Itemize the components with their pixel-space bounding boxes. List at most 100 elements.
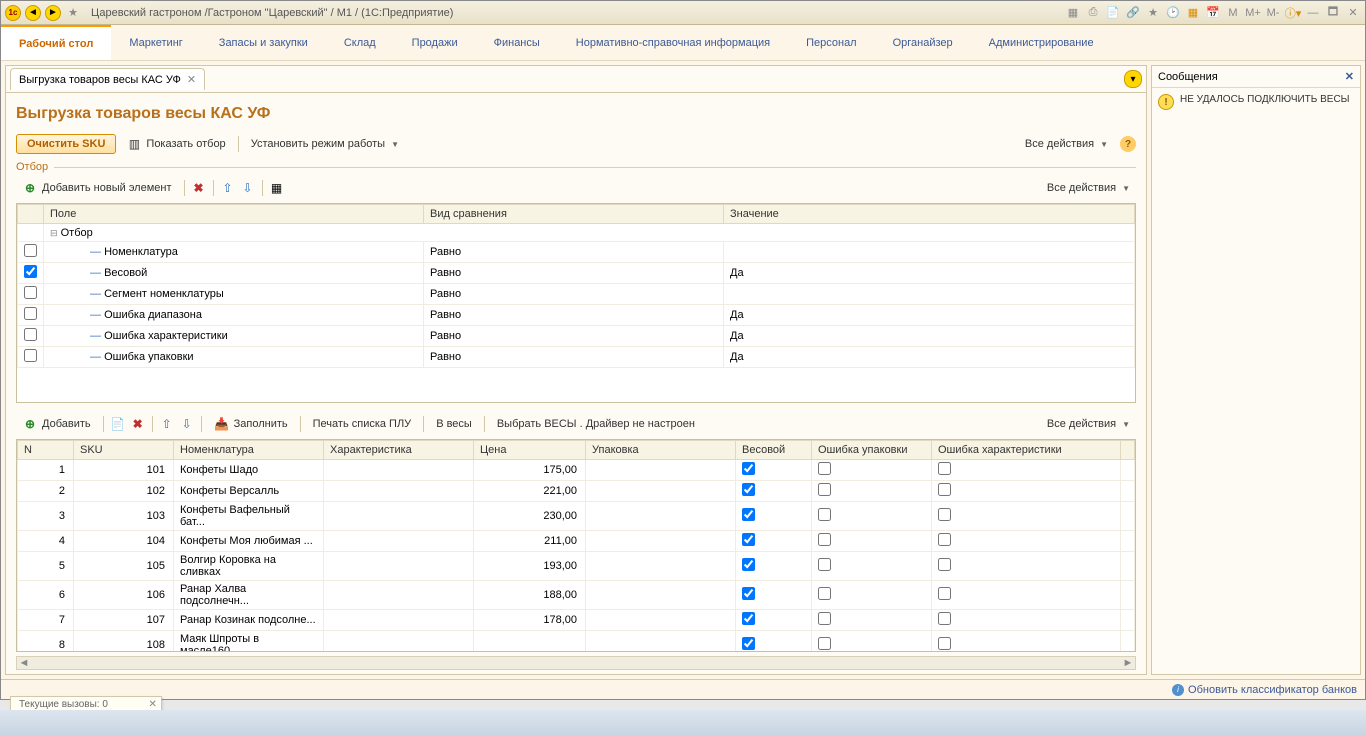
- set-mode-button[interactable]: Установить режим работы▼: [245, 135, 405, 153]
- group-icon[interactable]: ▦: [269, 180, 285, 196]
- menu-marketing[interactable]: Маркетинг: [111, 25, 200, 60]
- weight-checkbox[interactable]: [742, 533, 755, 546]
- to-scales-button[interactable]: В весы: [430, 415, 478, 433]
- horizontal-scrollbar[interactable]: ◄ ►: [16, 656, 1136, 670]
- table-row[interactable]: 6 106 Ранар Халва подсолнечн... 188,00: [18, 581, 1135, 610]
- err-pack-checkbox[interactable]: [818, 462, 831, 475]
- menu-stocks[interactable]: Запасы и закупки: [201, 25, 326, 60]
- doc-icon[interactable]: 📄: [1105, 5, 1121, 21]
- clear-sku-button[interactable]: Очистить SKU: [16, 134, 116, 154]
- menu-organizer[interactable]: Органайзер: [875, 25, 971, 60]
- delete-row-icon[interactable]: ✖: [130, 416, 146, 432]
- print-plu-button[interactable]: Печать списка ПЛУ: [307, 415, 418, 433]
- err-char-checkbox[interactable]: [938, 483, 951, 496]
- move-up-icon[interactable]: ⇧: [220, 180, 236, 196]
- all-actions-button[interactable]: Все действия▼: [1019, 135, 1114, 153]
- history-icon[interactable]: 🕑: [1165, 5, 1181, 21]
- err-pack-checkbox[interactable]: [818, 637, 831, 650]
- link-icon[interactable]: 🔗: [1125, 5, 1141, 21]
- filter-row[interactable]: — Ошибка диапазона Равно Да: [18, 305, 1135, 326]
- fill-button[interactable]: 📥Заполнить: [208, 413, 294, 435]
- favorite-icon[interactable]: ★: [65, 5, 81, 21]
- add-element-button[interactable]: ⊕Добавить новый элемент: [16, 177, 178, 199]
- filter-checkbox[interactable]: [24, 286, 37, 299]
- menu-admin[interactable]: Администрирование: [971, 25, 1112, 60]
- calendar-icon[interactable]: 📅: [1205, 5, 1221, 21]
- weight-checkbox[interactable]: [742, 637, 755, 650]
- weight-checkbox[interactable]: [742, 462, 755, 475]
- filter-row[interactable]: — Весовой Равно Да: [18, 263, 1135, 284]
- update-banks-link[interactable]: i Обновить классификатор банков: [1172, 684, 1357, 696]
- star-icon[interactable]: ★: [1145, 5, 1161, 21]
- menu-personnel[interactable]: Персонал: [788, 25, 875, 60]
- calc-icon[interactable]: ▦: [1185, 5, 1201, 21]
- filter-checkbox[interactable]: [24, 244, 37, 257]
- filter-checkbox[interactable]: [24, 307, 37, 320]
- err-char-checkbox[interactable]: [938, 612, 951, 625]
- err-pack-checkbox[interactable]: [818, 483, 831, 496]
- filter-table[interactable]: Поле Вид сравнения Значение ⊟ Отбор — Но…: [16, 203, 1136, 403]
- err-pack-checkbox[interactable]: [818, 612, 831, 625]
- tool-icon[interactable]: ▦: [1065, 5, 1081, 21]
- err-char-checkbox[interactable]: [938, 558, 951, 571]
- menu-desktop[interactable]: Рабочий стол: [1, 25, 111, 60]
- tab-nav-icon[interactable]: ▾: [1124, 70, 1142, 88]
- tab-close-icon[interactable]: ✕: [187, 73, 196, 86]
- filter-row[interactable]: — Ошибка упаковки Равно Да: [18, 347, 1135, 368]
- tooltip-close-icon[interactable]: ✕: [149, 699, 157, 710]
- err-char-checkbox[interactable]: [938, 587, 951, 600]
- table-row[interactable]: 4 104 Конфеты Моя любимая ... 211,00: [18, 531, 1135, 552]
- err-pack-checkbox[interactable]: [818, 587, 831, 600]
- show-filter-button[interactable]: ▥Показать отбор: [120, 133, 231, 155]
- scroll-left-icon[interactable]: ◄: [17, 657, 31, 669]
- data-table[interactable]: N SKU Номенклатура Характеристика Цена У…: [16, 439, 1136, 652]
- err-char-checkbox[interactable]: [938, 508, 951, 521]
- move-down-icon[interactable]: ⇩: [179, 416, 195, 432]
- weight-checkbox[interactable]: [742, 483, 755, 496]
- weight-checkbox[interactable]: [742, 558, 755, 571]
- menu-sales[interactable]: Продажи: [394, 25, 476, 60]
- close-icon[interactable]: ✕: [1345, 5, 1361, 21]
- filter-row[interactable]: — Номенклатура Равно: [18, 242, 1135, 263]
- table-row[interactable]: 1 101 Конфеты Шадо 175,00: [18, 460, 1135, 481]
- menu-refs[interactable]: Нормативно-справочная информация: [558, 25, 788, 60]
- help-icon[interactable]: ?: [1120, 136, 1136, 152]
- menu-warehouse[interactable]: Склад: [326, 25, 394, 60]
- m-icon[interactable]: M: [1225, 5, 1241, 21]
- err-pack-checkbox[interactable]: [818, 558, 831, 571]
- err-char-checkbox[interactable]: [938, 533, 951, 546]
- m-minus-icon[interactable]: M-: [1265, 5, 1281, 21]
- filter-checkbox[interactable]: [24, 265, 37, 278]
- maximize-icon[interactable]: 🗖: [1325, 5, 1341, 21]
- move-down-icon[interactable]: ⇩: [240, 180, 256, 196]
- all-actions-filter-button[interactable]: Все действия▼: [1041, 179, 1136, 197]
- select-scales-button[interactable]: Выбрать ВЕСЫ . Драйвер не настроен: [491, 415, 701, 433]
- info-icon[interactable]: ⓘ▾: [1285, 5, 1301, 21]
- filter-row[interactable]: — Сегмент номенклатуры Равно: [18, 284, 1135, 305]
- filter-checkbox[interactable]: [24, 349, 37, 362]
- collapse-icon[interactable]: ⊟: [50, 228, 58, 238]
- err-char-checkbox[interactable]: [938, 637, 951, 650]
- nav-fwd-icon[interactable]: ►: [45, 5, 61, 21]
- delete-icon[interactable]: ✖: [191, 180, 207, 196]
- m-plus-icon[interactable]: M+: [1245, 5, 1261, 21]
- err-pack-checkbox[interactable]: [818, 508, 831, 521]
- move-up-icon[interactable]: ⇧: [159, 416, 175, 432]
- print-icon[interactable]: ⎙: [1085, 5, 1101, 21]
- menu-finance[interactable]: Финансы: [476, 25, 558, 60]
- table-row[interactable]: 8 108 Маяк Шпроты в масле160...: [18, 631, 1135, 653]
- add-row-button[interactable]: ⊕Добавить: [16, 413, 97, 435]
- tab-export-scales[interactable]: Выгрузка товаров весы КАС УФ ✕: [10, 68, 205, 90]
- err-char-checkbox[interactable]: [938, 462, 951, 475]
- copy-icon[interactable]: 📄: [110, 416, 126, 432]
- table-row[interactable]: 5 105 Волгир Коровка на сливках 193,00: [18, 552, 1135, 581]
- err-pack-checkbox[interactable]: [818, 533, 831, 546]
- messages-close-icon[interactable]: ✕: [1345, 70, 1354, 83]
- weight-checkbox[interactable]: [742, 587, 755, 600]
- scroll-right-icon[interactable]: ►: [1121, 657, 1135, 669]
- filter-row[interactable]: — Ошибка характеристики Равно Да: [18, 326, 1135, 347]
- minimize-icon[interactable]: —: [1305, 5, 1321, 21]
- table-row[interactable]: 3 103 Конфеты Вафельный бат... 230,00: [18, 502, 1135, 531]
- table-row[interactable]: 2 102 Конфеты Версалль 221,00: [18, 481, 1135, 502]
- all-actions-data-button[interactable]: Все действия▼: [1041, 415, 1136, 433]
